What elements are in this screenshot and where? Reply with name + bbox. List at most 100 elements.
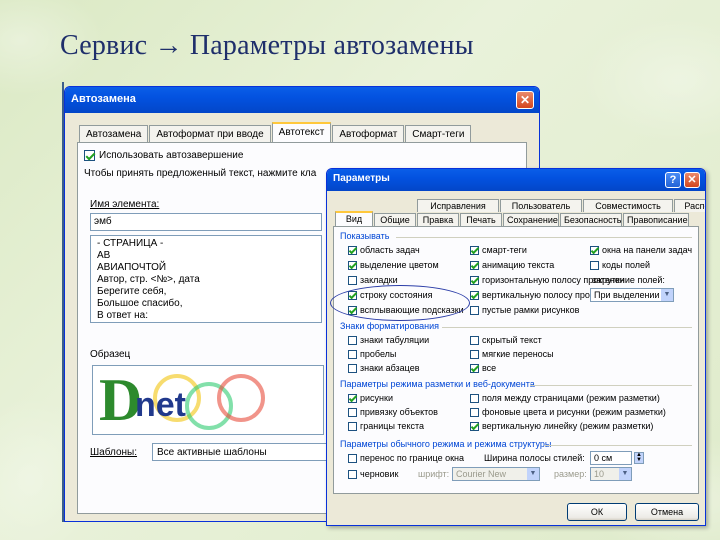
option-label: коды полей bbox=[602, 260, 651, 270]
option-vertical-ruler[interactable]: вертикальную линейку (режим разметки) bbox=[470, 421, 653, 431]
list-item[interactable]: - СТРАНИЦА - bbox=[97, 238, 315, 250]
list-item[interactable]: Берегите себя, bbox=[97, 286, 315, 298]
view-panel: Показывать область задач смарт-теги окна… bbox=[333, 226, 699, 494]
options-titlebar[interactable]: Параметры ? ✕ bbox=[327, 169, 705, 191]
option-bookmarks[interactable]: закладки bbox=[348, 275, 398, 285]
chevron-down-icon[interactable]: ▼ bbox=[661, 289, 673, 301]
entry-name-input[interactable]: эмб bbox=[90, 213, 322, 231]
option-label: окна на панели задач bbox=[602, 245, 693, 255]
close-icon[interactable]: ✕ bbox=[684, 172, 700, 188]
divider bbox=[530, 385, 692, 386]
ok-button[interactable]: ОК bbox=[567, 503, 627, 521]
tab-user-info[interactable]: Пользователь bbox=[500, 199, 582, 212]
option-smart-tags[interactable]: смарт-теги bbox=[470, 245, 527, 255]
tab-autoformat-as-you-type[interactable]: Автоформат при вводе bbox=[149, 125, 271, 142]
checkbox[interactable] bbox=[348, 469, 357, 479]
tab-track-changes[interactable]: Исправления bbox=[417, 199, 499, 212]
option-highlight[interactable]: выделение цветом bbox=[348, 260, 439, 270]
option-label: смарт-теги bbox=[482, 245, 527, 255]
checkbox[interactable] bbox=[470, 349, 479, 359]
option-draft-font[interactable]: черновик bbox=[348, 469, 398, 479]
list-item[interactable]: Автор, стр. <№>, дата bbox=[97, 274, 315, 286]
tab-file-locations[interactable]: Расположение bbox=[674, 199, 705, 212]
option-text-boundaries[interactable]: границы текста bbox=[348, 421, 424, 431]
checkbox[interactable] bbox=[348, 453, 357, 463]
tab-general[interactable]: Общие bbox=[374, 213, 416, 226]
autotext-entries-list[interactable]: - СТРАНИЦА - АВ АВИАПОЧТОЙ Автор, стр. <… bbox=[90, 235, 322, 323]
use-autocomplete-checkbox[interactable] bbox=[84, 150, 95, 161]
option-white-space-between-pages[interactable]: поля между страницами (режим разметки) bbox=[470, 393, 660, 403]
checkbox[interactable] bbox=[348, 260, 357, 270]
option-wrap-to-window[interactable]: перенос по границе окна bbox=[348, 453, 464, 463]
spin-buttons-icon[interactable]: ▲ ▼ bbox=[634, 452, 644, 464]
chevron-down-icon[interactable]: ▼ bbox=[527, 468, 539, 480]
option-drawings[interactable]: рисунки bbox=[348, 393, 393, 403]
option-label: знаки табуляции bbox=[360, 335, 430, 345]
tab-print[interactable]: Печать bbox=[460, 213, 502, 226]
help-icon[interactable]: ? bbox=[665, 172, 681, 188]
size-label: размер: bbox=[554, 469, 587, 479]
draft-size-select[interactable]: 10 ▼ bbox=[590, 467, 632, 481]
cancel-button[interactable]: Отмена bbox=[635, 503, 699, 521]
option-hidden-text[interactable]: скрытый текст bbox=[470, 335, 542, 345]
draft-font-select[interactable]: Courier New ▼ bbox=[452, 467, 540, 481]
checkbox[interactable] bbox=[348, 407, 357, 417]
checkbox[interactable] bbox=[348, 245, 357, 255]
checkbox[interactable] bbox=[470, 363, 479, 373]
checkbox[interactable] bbox=[470, 305, 479, 315]
checkbox[interactable] bbox=[470, 275, 479, 285]
option-label: пробелы bbox=[360, 349, 397, 359]
checkbox[interactable] bbox=[470, 260, 479, 270]
checkbox[interactable] bbox=[348, 335, 357, 345]
checkbox[interactable] bbox=[590, 260, 599, 270]
option-background-colors[interactable]: фоновые цвета и рисунки (режим разметки) bbox=[470, 407, 666, 417]
tab-save[interactable]: Сохранение bbox=[503, 213, 559, 226]
option-task-pane[interactable]: область задач bbox=[348, 245, 420, 255]
option-optional-hyphens[interactable]: мягкие переносы bbox=[470, 349, 554, 359]
option-label: перенос по границе окна bbox=[360, 453, 465, 463]
option-tab-characters[interactable]: знаки табуляции bbox=[348, 335, 429, 345]
list-item[interactable]: АВИАПОЧТОЙ bbox=[97, 262, 315, 274]
tab-compatibility[interactable]: Совместимость bbox=[583, 199, 673, 212]
checkbox[interactable] bbox=[470, 421, 479, 431]
tab-autocorrect[interactable]: Автозамена bbox=[79, 125, 149, 142]
chevron-down-icon[interactable]: ▼ bbox=[619, 468, 631, 480]
checkbox[interactable] bbox=[470, 290, 479, 300]
option-paragraph-marks[interactable]: знаки абзацев bbox=[348, 363, 420, 373]
checkbox[interactable] bbox=[470, 393, 479, 403]
option-field-codes[interactable]: коды полей bbox=[590, 260, 650, 270]
option-picture-placeholders[interactable]: пустые рамки рисунков bbox=[470, 305, 579, 315]
checkbox[interactable] bbox=[348, 349, 357, 359]
option-spaces[interactable]: пробелы bbox=[348, 349, 396, 359]
tab-spelling[interactable]: Правописание bbox=[623, 213, 689, 226]
checkbox[interactable] bbox=[348, 275, 357, 285]
checkbox[interactable] bbox=[348, 393, 357, 403]
tab-edit[interactable]: Правка bbox=[417, 213, 459, 226]
tab-security[interactable]: Безопасность bbox=[560, 213, 622, 226]
option-object-anchors[interactable]: привязку объектов bbox=[348, 407, 438, 417]
close-icon[interactable]: ✕ bbox=[516, 91, 534, 109]
field-shading-select[interactable]: При выделении ▼ bbox=[590, 288, 674, 302]
list-item[interactable]: В ответ на: bbox=[97, 310, 315, 322]
checkbox[interactable] bbox=[590, 245, 599, 255]
checkbox[interactable] bbox=[348, 363, 357, 373]
checkbox[interactable] bbox=[470, 335, 479, 345]
checkbox[interactable] bbox=[348, 421, 357, 431]
select-value: Courier New bbox=[456, 469, 507, 479]
list-item[interactable]: АВ bbox=[97, 250, 315, 262]
templates-select[interactable]: Все активные шаблоны bbox=[152, 443, 332, 461]
option-windows-in-taskbar[interactable]: окна на панели задач bbox=[590, 245, 692, 255]
tab-smart-tags[interactable]: Смарт-теги bbox=[405, 125, 472, 142]
autocorrect-titlebar[interactable]: Автозамена ✕ bbox=[65, 87, 539, 113]
option-animated-text[interactable]: анимацию текста bbox=[470, 260, 554, 270]
checkbox[interactable] bbox=[470, 245, 479, 255]
checkbox[interactable] bbox=[470, 407, 479, 417]
style-area-width-input[interactable]: 0 см bbox=[590, 451, 632, 465]
list-item[interactable]: Большое спасибо, bbox=[97, 298, 315, 310]
option-label: мягкие переносы bbox=[482, 349, 554, 359]
use-autocomplete-option[interactable]: Использовать автозавершение bbox=[84, 150, 243, 161]
tab-autoformat[interactable]: Автоформат bbox=[332, 125, 405, 142]
tab-view[interactable]: Вид bbox=[335, 211, 373, 226]
tab-autotext[interactable]: Автотекст bbox=[271, 122, 332, 142]
option-all-marks[interactable]: все bbox=[470, 363, 496, 373]
